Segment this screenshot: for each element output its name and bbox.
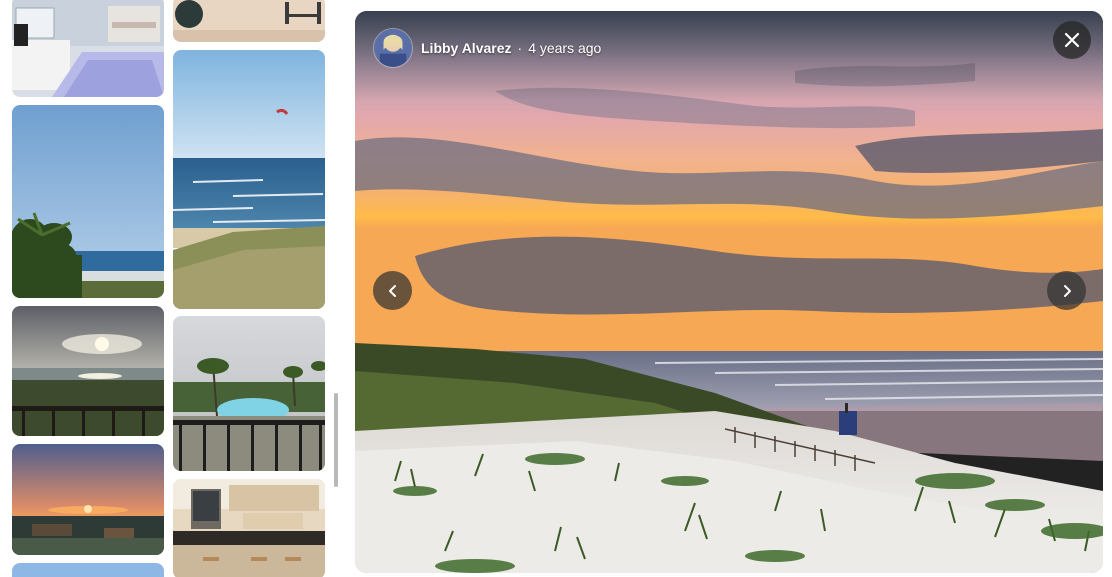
gallery-thumb-balcony-chair[interactable] [173,0,325,42]
gallery-thumb-kitchen[interactable] [173,479,325,577]
gallery-thumb-bedroom[interactable] [12,0,164,97]
author-name[interactable]: Libby Alvarez [421,40,512,56]
chevron-right-icon [1063,284,1071,297]
chevron-left-icon [388,284,396,297]
author-avatar[interactable] [373,28,413,68]
gallery-thumb-sunset-balcony[interactable] [12,306,164,436]
gallery-thumb-sunset-town[interactable] [12,444,164,555]
gallery-thumb-sky-partial[interactable] [12,563,164,577]
photo-author: Libby Alvarez · 4 years ago [373,28,601,68]
photo-timestamp: 4 years ago [528,40,602,56]
page: Libby Alvarez · 4 years ago [0,0,1112,577]
gallery-scrollbar[interactable] [334,393,338,487]
close-icon [1064,32,1080,48]
gallery-thumb-pool[interactable] [173,316,325,471]
meta-separator: · [517,40,523,56]
close-button[interactable] [1053,21,1091,59]
gallery-thumb-ocean-kite[interactable] [173,50,325,309]
photo-viewer: Libby Alvarez · 4 years ago [355,11,1103,573]
next-photo-button[interactable] [1047,271,1086,310]
gallery-thumb-sky-palm[interactable] [12,105,164,298]
previous-photo-button[interactable] [373,271,412,310]
photo-gallery [0,0,340,577]
